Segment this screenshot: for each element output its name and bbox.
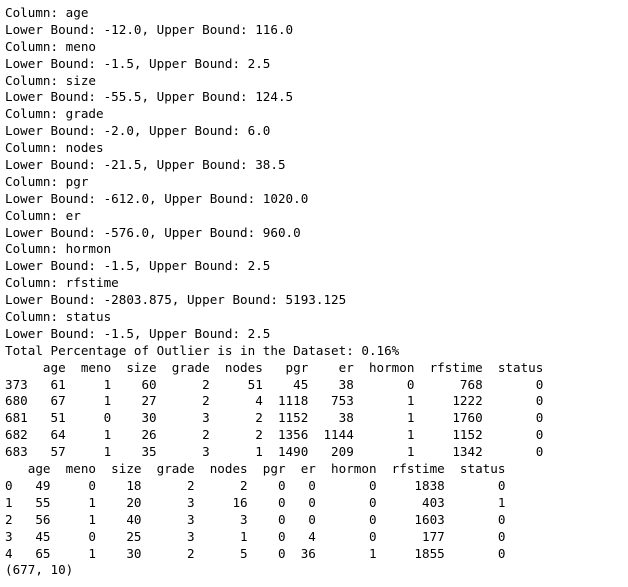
column-label: Column: size bbox=[5, 72, 96, 88]
table-row: 682 64 1 26 2 2 1356 1144 1 1152 0 bbox=[5, 427, 544, 443]
bounds-line: Lower Bound: -55.5, Upper Bound: 124.5 bbox=[5, 89, 294, 105]
outlier-summary: Total Percentage of Outlier is in the Da… bbox=[5, 342, 400, 358]
table-row: 0 49 0 18 2 2 0 0 0 1838 0 bbox=[5, 477, 506, 493]
column-label: Column: grade bbox=[5, 106, 104, 122]
column-label: Column: hormon bbox=[5, 241, 112, 257]
outlier-table-header: age meno size grade nodes pgr er hormon … bbox=[5, 359, 544, 375]
table-row: 373 61 1 60 2 51 45 38 0 768 0 bbox=[5, 376, 544, 392]
console-output: Column: age Lower Bound: -12.0, Upper Bou… bbox=[0, 0, 628, 587]
bounds-block: Column: age Lower Bound: -12.0, Upper Bou… bbox=[5, 5, 628, 343]
bounds-line: Lower Bound: -1.5, Upper Bound: 2.5 bbox=[5, 325, 271, 341]
table-row: 2 56 1 40 3 3 0 0 0 1603 0 bbox=[5, 511, 506, 527]
column-label: Column: nodes bbox=[5, 140, 104, 156]
table-row: 681 51 0 30 3 2 1152 38 1 1760 0 bbox=[5, 410, 544, 426]
column-label: Column: age bbox=[5, 5, 89, 20]
table-row: 680 67 1 27 2 4 1118 753 1 1222 0 bbox=[5, 393, 544, 409]
bounds-line: Lower Bound: -2.0, Upper Bound: 6.0 bbox=[5, 123, 271, 139]
bounds-line: Lower Bound: -1.5, Upper Bound: 2.5 bbox=[5, 258, 271, 274]
table-row: 683 57 1 35 3 1 1490 209 1 1342 0 bbox=[5, 444, 544, 460]
bounds-line: Lower Bound: -12.0, Upper Bound: 116.0 bbox=[5, 21, 294, 37]
column-label: Column: meno bbox=[5, 38, 96, 54]
bounds-line: Lower Bound: -612.0, Upper Bound: 1020.0 bbox=[5, 190, 309, 206]
dataframe-head-table: age meno size grade nodes pgr er hormon … bbox=[5, 461, 628, 562]
bounds-line: Lower Bound: -2803.875, Upper Bound: 519… bbox=[5, 292, 347, 308]
bounds-line: Lower Bound: -21.5, Upper Bound: 38.5 bbox=[5, 157, 286, 173]
table-row: 3 45 0 25 3 1 0 4 0 177 0 bbox=[5, 528, 506, 544]
outlier-rows-table: age meno size grade nodes pgr er hormon … bbox=[5, 360, 628, 461]
dataframe-shape: (677, 10) bbox=[5, 562, 74, 578]
column-label: Column: er bbox=[5, 207, 81, 223]
column-label: Column: rfstime bbox=[5, 275, 119, 291]
table-row: 4 65 1 30 2 5 0 36 1 1855 0 bbox=[5, 545, 506, 561]
bounds-line: Lower Bound: -1.5, Upper Bound: 2.5 bbox=[5, 55, 271, 71]
column-label: Column: pgr bbox=[5, 173, 89, 189]
table-row: 1 55 1 20 3 16 0 0 0 403 1 bbox=[5, 494, 506, 510]
bounds-line: Lower Bound: -576.0, Upper Bound: 960.0 bbox=[5, 224, 301, 240]
head-table-header: age meno size grade nodes pgr er hormon … bbox=[5, 461, 506, 477]
column-label: Column: status bbox=[5, 309, 112, 325]
